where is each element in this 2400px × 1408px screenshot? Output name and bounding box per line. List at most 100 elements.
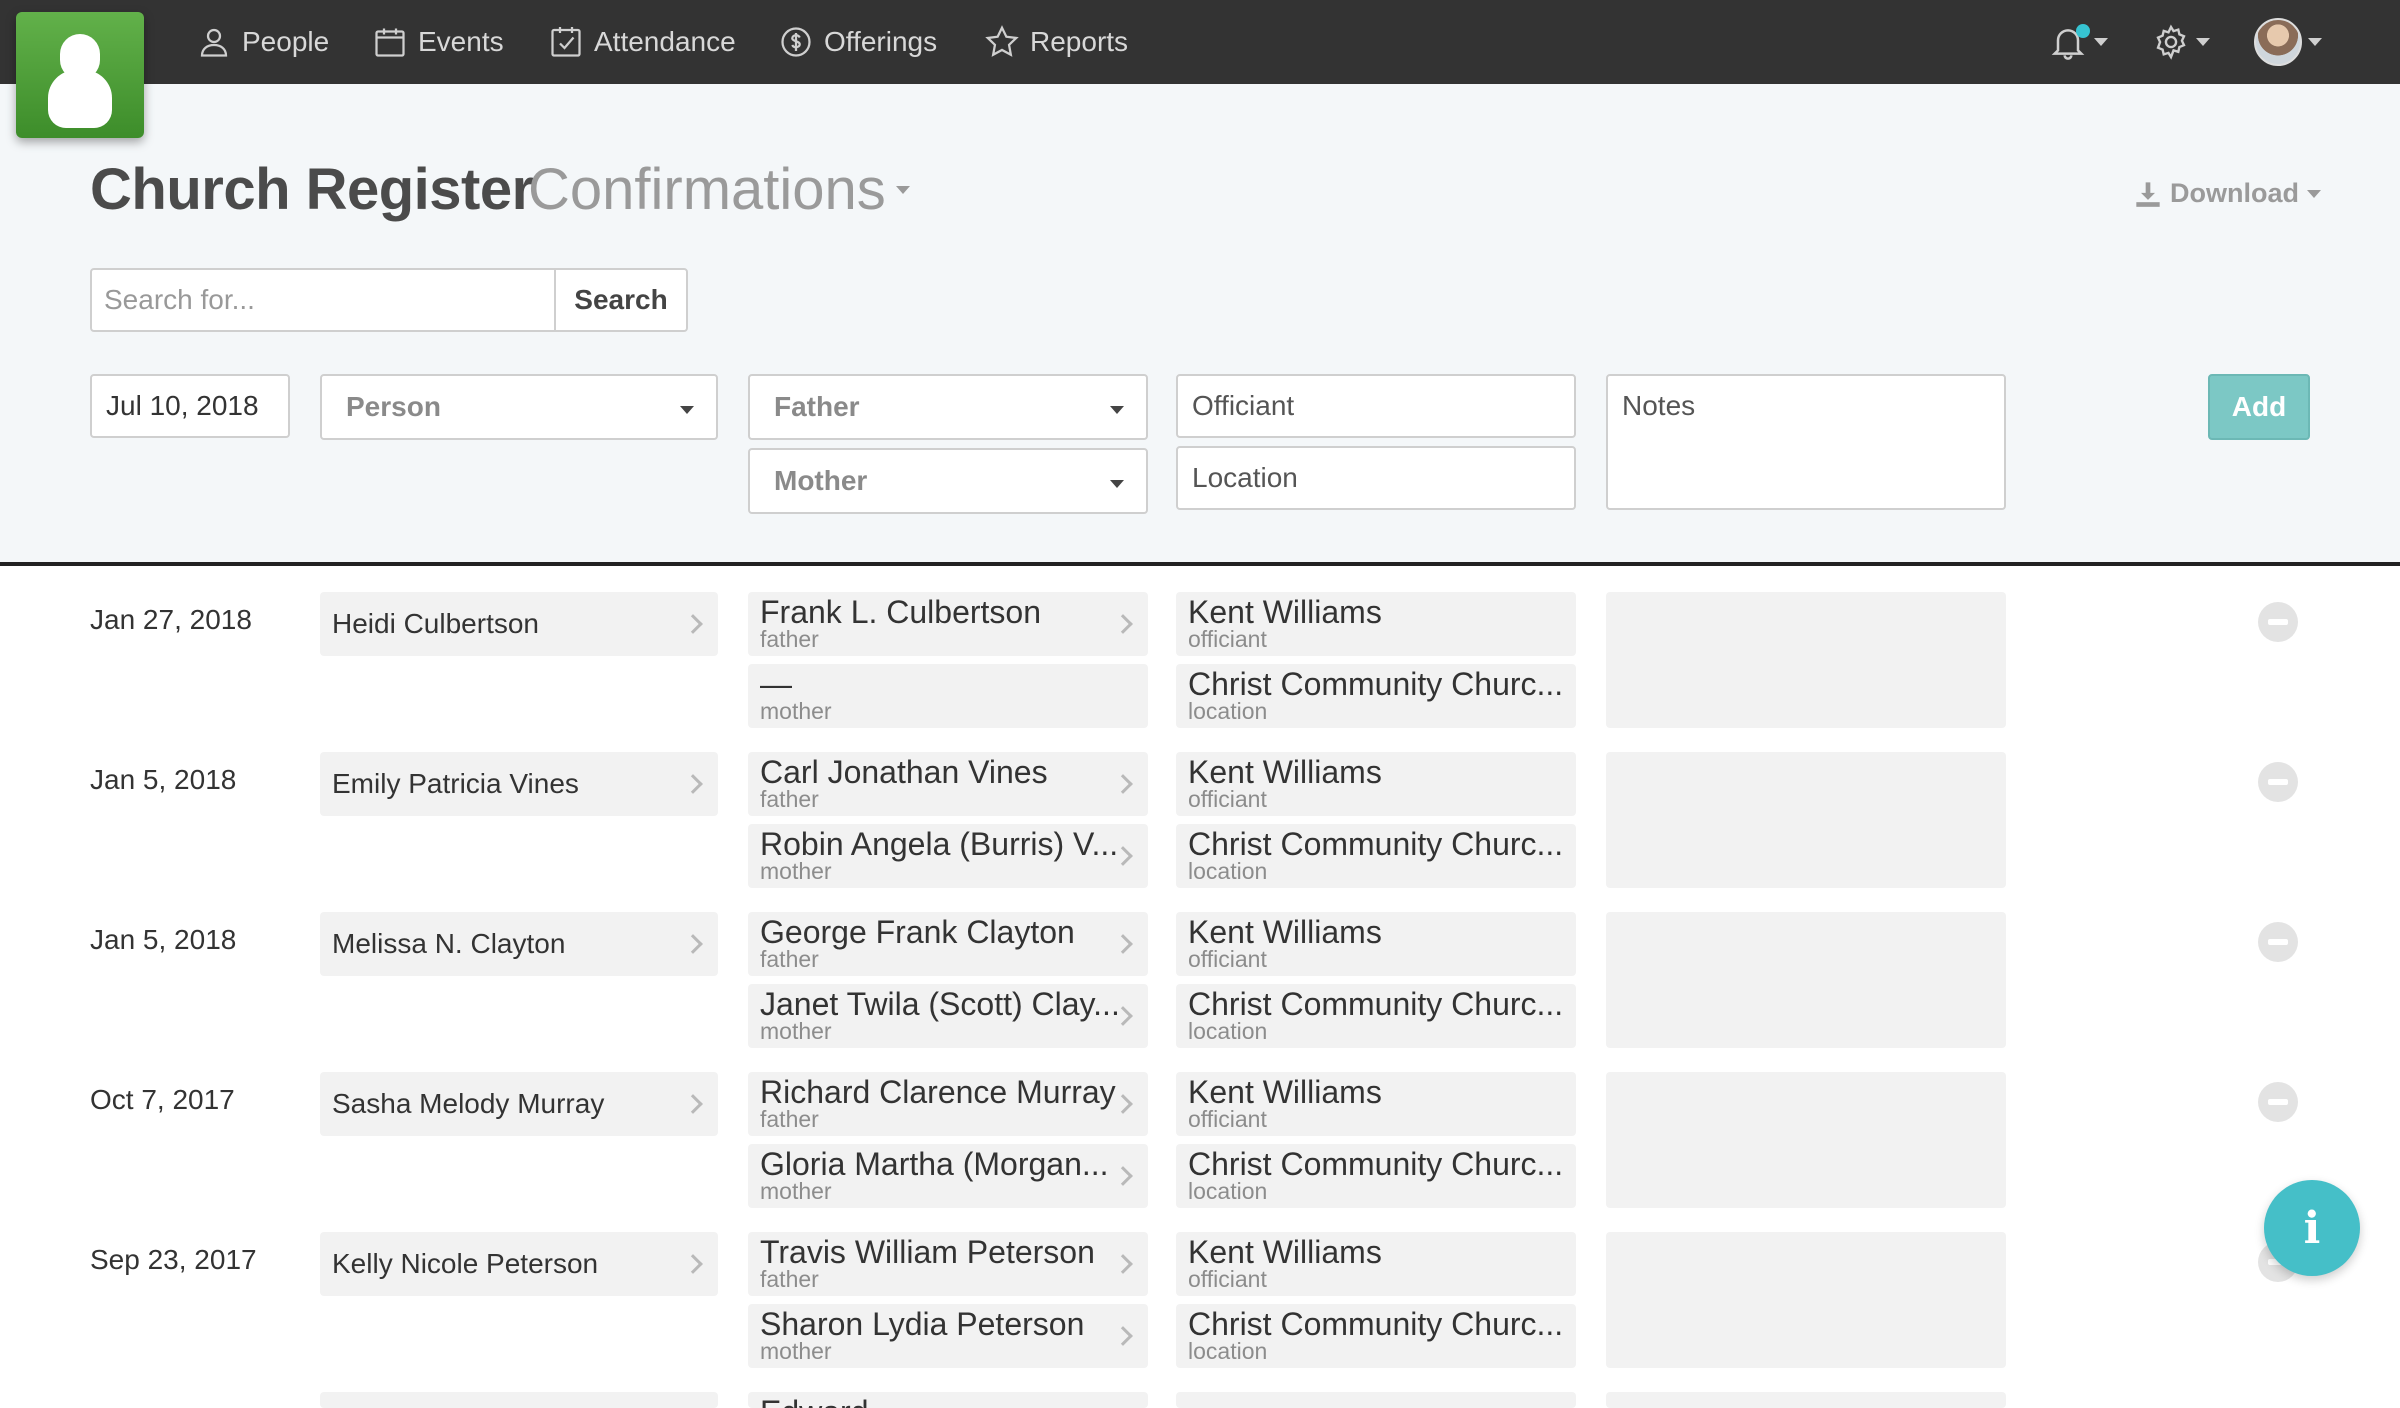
record-officiant[interactable]: Kent Williams officiant xyxy=(1176,1072,1576,1136)
checkbox-icon xyxy=(551,27,581,57)
nav-people[interactable]: People xyxy=(196,0,329,84)
remove-icon[interactable] xyxy=(2258,602,2298,642)
record-location[interactable]: Christ Community Churc... location xyxy=(1176,1304,1576,1368)
father-select-label: Father xyxy=(774,391,860,422)
father-select[interactable]: Father xyxy=(748,374,1148,440)
star-icon xyxy=(985,25,1019,57)
date-field[interactable]: Jul 10, 2018 xyxy=(90,374,290,438)
chevron-right-icon xyxy=(683,934,703,954)
record-date: Sep 23, 2017 xyxy=(90,1244,257,1275)
record-officiant[interactable] xyxy=(1176,1392,1576,1408)
user-menu-button[interactable] xyxy=(2254,0,2322,84)
record-location[interactable]: Christ Community Churc... location xyxy=(1176,664,1576,728)
chevron-right-icon xyxy=(683,1094,703,1114)
person-select[interactable]: Person xyxy=(320,374,718,440)
record-person[interactable]: Kelly Nicole Peterson xyxy=(320,1232,718,1296)
record-date: Oct 7, 2017 xyxy=(90,1084,235,1115)
remove-icon[interactable] xyxy=(2258,762,2298,802)
nav-attendance-label: Attendance xyxy=(594,26,736,57)
page-title: Church Register xyxy=(90,157,534,222)
mother-select[interactable]: Mother xyxy=(748,448,1148,514)
record-notes[interactable] xyxy=(1606,1072,2006,1208)
settings-button[interactable] xyxy=(2152,0,2210,84)
chevron-right-icon xyxy=(683,614,703,634)
remove-icon[interactable] xyxy=(2258,922,2298,962)
nav-events[interactable]: Events xyxy=(372,0,504,84)
record-mother[interactable]: Gloria Martha (Morgan... mother xyxy=(748,1144,1148,1208)
record-father[interactable]: George Frank Clayton father xyxy=(748,912,1148,976)
person-icon xyxy=(200,28,228,57)
nav-reports[interactable]: Reports xyxy=(984,0,1128,84)
chevron-down-icon xyxy=(895,185,910,194)
record-officiant[interactable]: Kent Williams officiant xyxy=(1176,592,1576,656)
record-date: Jan 5, 2018 xyxy=(90,924,237,955)
chevron-right-icon xyxy=(1113,1094,1133,1114)
person-select-label: Person xyxy=(346,391,441,422)
record-notes[interactable] xyxy=(1606,1232,2006,1368)
officiant-field[interactable]: Officiant xyxy=(1176,374,1576,438)
chevron-down-icon xyxy=(2308,38,2322,46)
register-type-label: Confirmations xyxy=(528,157,886,222)
chevron-right-icon xyxy=(1113,1166,1133,1186)
record-mother[interactable]: Janet Twila (Scott) Clay... mother xyxy=(748,984,1148,1048)
record-notes[interactable] xyxy=(1606,912,2006,1048)
chevron-down-icon xyxy=(2307,189,2321,198)
nav-offerings-label: Offerings xyxy=(824,26,938,57)
download-button[interactable]: Download xyxy=(2134,178,2321,209)
chevron-down-icon xyxy=(680,406,694,414)
remove-icon[interactable] xyxy=(2258,1082,2298,1122)
register-type-dropdown[interactable]: Confirmations xyxy=(528,156,910,223)
coin-icon xyxy=(781,27,811,57)
record-mother[interactable]: Sharon Lydia Peterson mother xyxy=(748,1304,1148,1368)
nav-people-label: People xyxy=(242,26,330,57)
record-officiant[interactable]: Kent Williams officiant xyxy=(1176,912,1576,976)
record-notes[interactable] xyxy=(1606,592,2006,728)
record-mother[interactable]: Robin Angela (Burris) V... mother xyxy=(748,824,1148,888)
record-officiant[interactable]: Kent Williams officiant xyxy=(1176,752,1576,816)
download-label: Download xyxy=(2170,178,2299,208)
chevron-down-icon xyxy=(2196,38,2210,46)
notifications-button[interactable] xyxy=(2048,0,2108,84)
chevron-right-icon xyxy=(683,774,703,794)
nav-offerings[interactable]: Offerings xyxy=(778,0,937,84)
record-father[interactable]: Travis William Peterson father xyxy=(748,1232,1148,1296)
record-date: Jan 27, 2018 xyxy=(90,604,252,635)
record-location[interactable]: Christ Community Churc... location xyxy=(1176,984,1576,1048)
record-location[interactable]: Christ Community Churc... location xyxy=(1176,1144,1576,1208)
chevron-down-icon xyxy=(2094,38,2108,46)
record-officiant[interactable]: Kent Williams officiant xyxy=(1176,1232,1576,1296)
chevron-right-icon xyxy=(683,1254,703,1274)
avatar xyxy=(2254,18,2302,66)
nav-attendance[interactable]: Attendance xyxy=(548,0,736,84)
chevron-right-icon xyxy=(1113,1326,1133,1346)
record-person[interactable]: Sasha Melody Murray xyxy=(320,1072,718,1136)
top-nav: People Events Attendance Offerings Repor… xyxy=(0,0,2400,84)
add-button[interactable]: Add xyxy=(2208,374,2310,440)
notes-field[interactable]: Notes xyxy=(1606,374,2006,510)
notification-dot xyxy=(2076,24,2090,38)
record-notes[interactable] xyxy=(1606,752,2006,888)
chevron-right-icon xyxy=(1113,774,1133,794)
record-person[interactable]: Emily Patricia Vines xyxy=(320,752,718,816)
app-logo[interactable] xyxy=(16,12,144,138)
record-father[interactable]: Frank L. Culbertson father xyxy=(748,592,1148,656)
record-person[interactable]: Heidi Culbertson xyxy=(320,592,718,656)
record-father[interactable]: Richard Clarence Murray father xyxy=(748,1072,1148,1136)
chevron-right-icon xyxy=(1113,614,1133,634)
record-father[interactable]: Carl Jonathan Vines father xyxy=(748,752,1148,816)
chevron-right-icon xyxy=(1113,934,1133,954)
record-location[interactable]: Christ Community Churc... location xyxy=(1176,824,1576,888)
nav-events-label: Events xyxy=(418,26,504,57)
chevron-down-icon xyxy=(1110,480,1124,488)
record-person[interactable]: Melissa N. Clayton xyxy=(320,912,718,976)
search-input[interactable] xyxy=(90,268,556,332)
record-notes[interactable] xyxy=(1606,1392,2006,1408)
download-icon xyxy=(2136,181,2160,207)
record-person[interactable] xyxy=(320,1392,718,1408)
record-father[interactable]: Edward xyxy=(748,1392,1148,1408)
nav-reports-label: Reports xyxy=(1030,26,1129,57)
info-button[interactable]: i xyxy=(2264,1180,2360,1276)
location-field[interactable]: Location xyxy=(1176,446,1576,510)
record-mother: — mother xyxy=(748,664,1148,728)
search-button[interactable]: Search xyxy=(554,268,688,332)
